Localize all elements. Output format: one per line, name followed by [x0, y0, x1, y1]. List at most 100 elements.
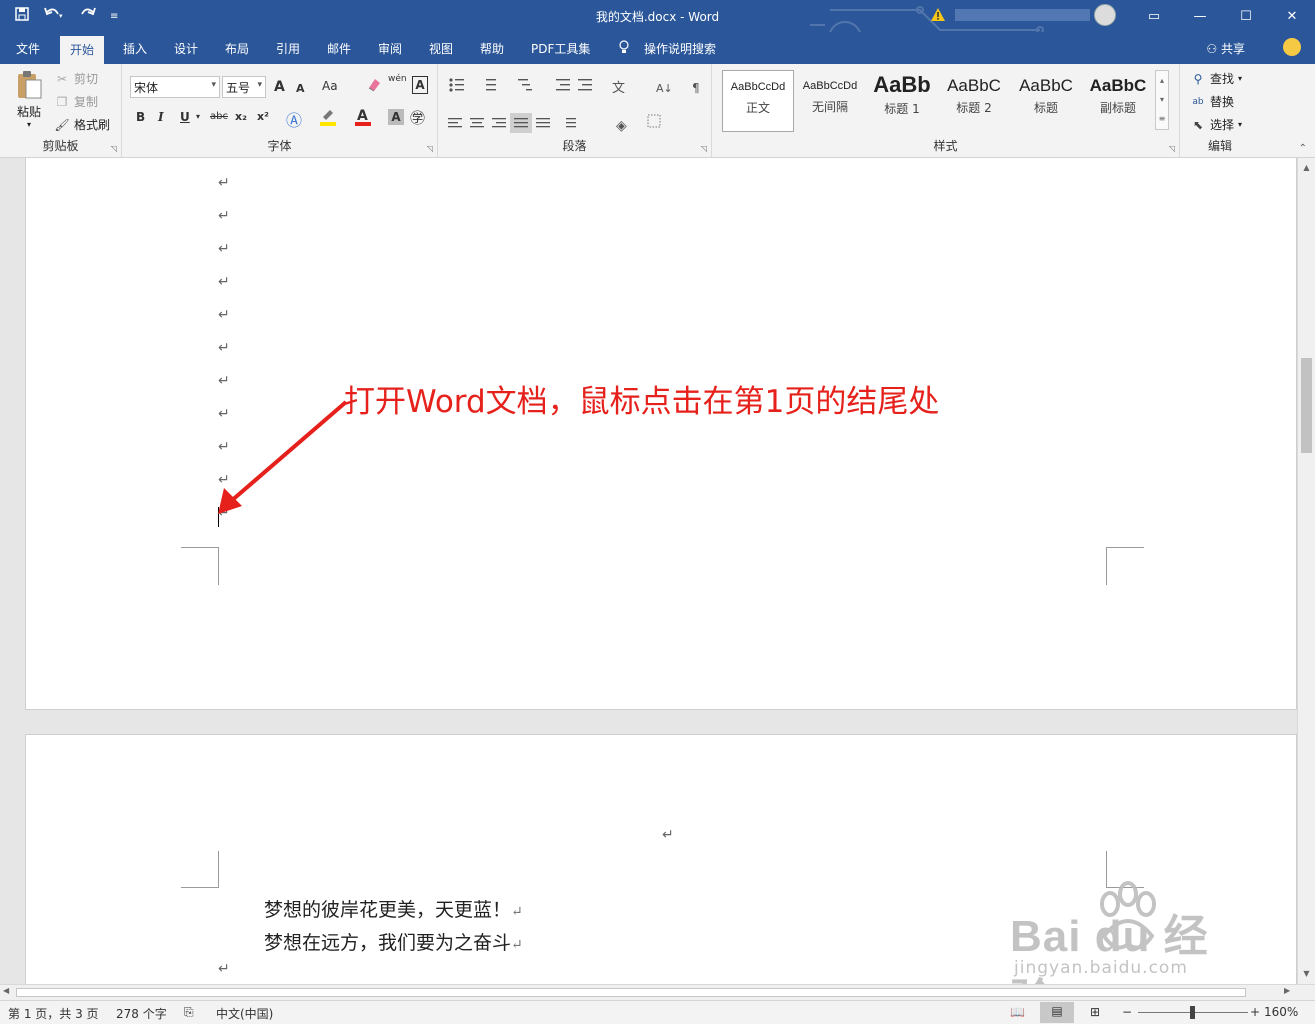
style-heading-1[interactable]: AaBb 标题 1: [866, 70, 938, 132]
scroll-right-icon[interactable]: ▶: [1284, 986, 1290, 995]
tab-review[interactable]: 审阅: [378, 40, 402, 57]
smiley-feedback-icon[interactable]: [1283, 38, 1301, 56]
clear-formatting-icon[interactable]: [366, 76, 382, 97]
zoom-out-button[interactable]: −: [1122, 1005, 1132, 1019]
scroll-down-icon[interactable]: ▼: [1298, 966, 1315, 982]
tab-layout[interactable]: 布局: [225, 40, 249, 57]
paragraph-mark: ↵: [218, 241, 230, 257]
select-button[interactable]: ⬉ 选择 ▾: [1190, 116, 1242, 133]
tab-references[interactable]: 引用: [276, 40, 300, 57]
styles-gallery-scroll[interactable]: ▴ ▾ ≡: [1155, 70, 1169, 130]
replace-button[interactable]: ab 替换: [1190, 93, 1234, 110]
dialog-launcher-icon[interactable]: ◹: [701, 144, 707, 153]
change-case-button[interactable]: Aa: [322, 79, 338, 93]
document-area[interactable]: ↵ ↵ ↵ ↵ ↵ ↵ ↵ ↵ ↵ ↵ ↵ ↵ 梦想的彼岸花更美，天更蓝！↵ 梦…: [0, 158, 1297, 984]
strikethrough-button[interactable]: abc: [210, 111, 228, 122]
styles-group: AaBbCcDd 正文 AaBbCcDd 无间隔 AaBb 标题 1 AaBbC…: [712, 64, 1180, 158]
scrollbar-thumb[interactable]: [1301, 358, 1312, 453]
tab-pdf-tools[interactable]: PDF工具集: [531, 40, 590, 57]
paragraph-mark: ↵: [218, 208, 230, 224]
char-border-button[interactable]: A: [412, 76, 428, 94]
paste-button[interactable]: 粘贴 ▾: [12, 70, 46, 129]
dialog-launcher-icon[interactable]: ◹: [1169, 144, 1175, 153]
read-mode-icon[interactable]: 📖: [1010, 1005, 1025, 1019]
superscript-button[interactable]: x²: [257, 110, 269, 123]
maximize-button[interactable]: ☐: [1223, 0, 1269, 32]
font-size-combo[interactable]: 五号: [222, 76, 266, 98]
collapse-ribbon-icon[interactable]: ⌃: [1299, 143, 1307, 154]
phonetic-guide-button[interactable]: wén: [388, 74, 407, 84]
style-no-spacing[interactable]: AaBbCcDd 无间隔: [794, 70, 866, 132]
word-count[interactable]: 278 个字: [116, 1005, 167, 1022]
title-bar: ▾ ≡ 我的文档.docx - Word ▭ — ☐ ✕: [0, 0, 1315, 58]
zoom-slider-thumb[interactable]: [1190, 1006, 1195, 1019]
status-bar: 第 1 页，共 3 页 278 个字 ⎘ 中文(中国) 📖 ▤ ⊞ − + 16…: [0, 1000, 1315, 1024]
svg-text:¶: ¶: [692, 81, 700, 95]
chevron-down-icon[interactable]: ▾: [196, 112, 200, 121]
italic-button[interactable]: I: [158, 110, 164, 124]
paintbrush-icon: 🖌: [54, 117, 70, 132]
warning-icon[interactable]: [930, 7, 946, 23]
font-color-icon[interactable]: A: [354, 107, 372, 130]
style-heading-2[interactable]: AaBbC 标题 2: [938, 70, 1010, 132]
dialog-launcher-icon[interactable]: ◹: [427, 144, 433, 153]
minimize-button[interactable]: —: [1177, 0, 1223, 32]
tab-insert[interactable]: 插入: [123, 40, 147, 57]
tell-me-search[interactable]: 操作说明搜索: [644, 40, 716, 57]
find-button[interactable]: ⚲ 查找 ▾: [1190, 70, 1242, 87]
annotation-arrow: [218, 400, 348, 514]
scrollbar-thumb[interactable]: [16, 988, 1246, 997]
copy-button[interactable]: ❐ 复制: [54, 93, 98, 110]
scroll-up-icon[interactable]: ▲: [1298, 160, 1315, 176]
highlight-icon[interactable]: [318, 107, 338, 130]
annotation-text: 打开Word文档，鼠标点击在第1页的结尾处: [344, 384, 940, 420]
margin-corner-mark: [1106, 547, 1144, 585]
proofing-icon[interactable]: ⎘: [184, 1005, 194, 1020]
svg-text:文: 文: [612, 81, 625, 96]
bold-button[interactable]: B: [136, 110, 145, 124]
share-button[interactable]: ⚇ 共享: [1206, 40, 1245, 57]
scroll-left-icon[interactable]: ◀: [3, 986, 9, 995]
baidu-watermark: Bai du 经验 jingyan.baidu.com: [1010, 880, 1250, 984]
horizontal-scrollbar[interactable]: ◀ ▶: [0, 984, 1315, 1000]
user-avatar[interactable]: [1094, 4, 1116, 26]
editing-group: ⚲ 查找 ▾ ab 替换 ⬉ 选择 ▾ 编辑: [1180, 64, 1260, 158]
paragraph-tools-icon[interactable]: 文 A↓ ¶ ◈: [448, 76, 708, 140]
page-count[interactable]: 第 1 页，共 3 页: [8, 1005, 99, 1022]
grow-font-button[interactable]: A: [274, 79, 285, 95]
tab-view[interactable]: 视图: [429, 40, 453, 57]
document-line[interactable]: 梦想的彼岸花更美，天更蓝！↵: [264, 895, 523, 922]
tab-file[interactable]: 文件: [16, 40, 40, 57]
style-subtitle[interactable]: AaBbC 副标题: [1082, 70, 1154, 132]
close-button[interactable]: ✕: [1269, 0, 1315, 32]
ribbon-tabs: 文件 开始 插入 设计 布局 引用 邮件 审阅 视图 帮助 PDF工具集 操作说…: [0, 32, 1315, 64]
enclose-char-icon[interactable]: ㊫: [410, 107, 425, 128]
copy-icon: ❐: [56, 94, 68, 109]
shrink-font-button[interactable]: A: [296, 82, 305, 95]
language-status[interactable]: 中文(中国): [216, 1005, 273, 1022]
dialog-launcher-icon[interactable]: ◹: [111, 144, 117, 153]
style-title[interactable]: AaBbC 标题: [1010, 70, 1082, 132]
web-layout-icon[interactable]: ⊞: [1090, 1005, 1100, 1019]
styles-label: 样式: [933, 139, 958, 153]
document-line[interactable]: 梦想在远方，我们要为之奋斗↵: [264, 928, 523, 955]
svg-text:A↓: A↓: [656, 82, 673, 95]
tab-mailings[interactable]: 邮件: [327, 40, 351, 57]
underline-button[interactable]: U: [180, 110, 190, 124]
tab-home[interactable]: 开始: [60, 36, 105, 64]
paragraph-mark: ↵: [218, 274, 230, 290]
format-painter-button[interactable]: 🖌 格式刷: [54, 116, 110, 133]
subscript-button[interactable]: x₂: [235, 110, 247, 123]
char-shading-button[interactable]: A: [388, 109, 404, 125]
style-normal[interactable]: AaBbCcDd 正文: [722, 70, 794, 132]
print-layout-icon[interactable]: ▤: [1040, 1002, 1074, 1023]
vertical-scrollbar[interactable]: ▲ ▼: [1297, 158, 1315, 984]
cut-button[interactable]: ✂ 剪切: [54, 70, 98, 87]
text-effects-icon[interactable]: Ⓐ: [286, 107, 302, 131]
font-name-combo[interactable]: 宋体: [130, 76, 220, 98]
tab-help[interactable]: 帮助: [480, 40, 504, 57]
ribbon-display-button[interactable]: ▭: [1131, 0, 1177, 32]
zoom-level[interactable]: 160%: [1264, 1005, 1298, 1019]
tab-design[interactable]: 设计: [174, 40, 198, 57]
zoom-in-button[interactable]: +: [1250, 1005, 1260, 1019]
